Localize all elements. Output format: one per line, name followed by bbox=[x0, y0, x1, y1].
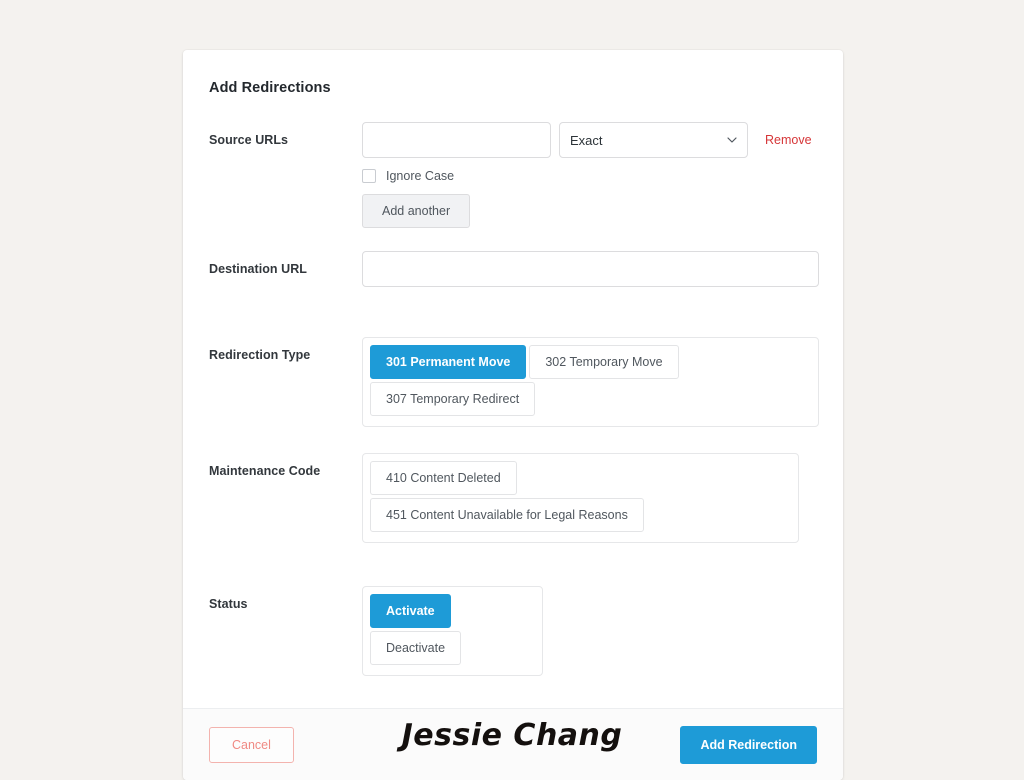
maintenance-code-option[interactable]: 451 Content Unavailable for Legal Reason… bbox=[370, 498, 644, 532]
match-type-select[interactable]: Exact bbox=[559, 122, 748, 158]
add-another-button[interactable]: Add another bbox=[362, 194, 471, 228]
redirection-type-option[interactable]: 302 Temporary Move bbox=[529, 345, 679, 379]
ignore-case-checkbox[interactable] bbox=[362, 169, 376, 183]
destination-url-label: Destination URL bbox=[209, 262, 307, 276]
status-label: Status bbox=[209, 597, 248, 611]
form-row-status: Status Activate Deactivate bbox=[209, 586, 817, 676]
ignore-case-label: Ignore Case bbox=[386, 169, 455, 183]
status-options: Activate Deactivate bbox=[362, 586, 543, 676]
match-type-value: Exact bbox=[570, 132, 603, 148]
redirection-type-option[interactable]: 301 Permanent Move bbox=[370, 345, 527, 379]
card-body: Add Redirections Source URLs Exact Remov… bbox=[183, 50, 843, 708]
destination-url-input[interactable] bbox=[362, 251, 819, 287]
source-urls-field-group: Exact Remove Ignore Case Add another bbox=[362, 122, 817, 228]
maintenance-code-field-group: 410 Content Deleted 451 Content Unavaila… bbox=[362, 453, 817, 543]
page-title: Add Redirections bbox=[209, 80, 331, 96]
add-another-wrap: Add another bbox=[362, 183, 817, 228]
remove-source-url-link[interactable]: Remove bbox=[765, 133, 812, 147]
status-option-deactivate[interactable]: Deactivate bbox=[370, 631, 462, 665]
redirection-type-option[interactable]: 307 Temporary Redirect bbox=[370, 382, 536, 416]
redirection-type-options: 301 Permanent Move 302 Temporary Move 30… bbox=[362, 337, 819, 427]
form-row-redirection-type: Redirection Type 301 Permanent Move 302 … bbox=[209, 337, 819, 427]
source-url-line: Exact Remove bbox=[362, 122, 817, 158]
match-type-select-wrap[interactable]: Exact bbox=[559, 122, 748, 158]
form-row-maintenance-code: Maintenance Code 410 Content Deleted 451… bbox=[209, 453, 817, 543]
form-row-destination-url: Destination URL bbox=[209, 251, 819, 287]
maintenance-code-options: 410 Content Deleted 451 Content Unavaila… bbox=[362, 453, 799, 543]
source-url-input[interactable] bbox=[362, 122, 551, 158]
maintenance-code-option[interactable]: 410 Content Deleted bbox=[370, 461, 517, 495]
destination-url-field-group bbox=[362, 251, 819, 287]
redirection-type-label: Redirection Type bbox=[209, 348, 311, 362]
status-field-group: Activate Deactivate bbox=[362, 586, 817, 676]
form-row-source-urls: Source URLs Exact Remove Ignore Case Add… bbox=[209, 122, 817, 228]
source-urls-label: Source URLs bbox=[209, 133, 289, 147]
signature-text: Jessie Chang bbox=[401, 718, 623, 753]
add-redirections-card: Add Redirections Source URLs Exact Remov… bbox=[183, 50, 843, 780]
maintenance-code-label: Maintenance Code bbox=[209, 464, 321, 478]
redirection-type-field-group: 301 Permanent Move 302 Temporary Move 30… bbox=[362, 337, 819, 427]
ignore-case-row[interactable]: Ignore Case bbox=[362, 169, 817, 183]
status-option-activate[interactable]: Activate bbox=[370, 594, 451, 628]
